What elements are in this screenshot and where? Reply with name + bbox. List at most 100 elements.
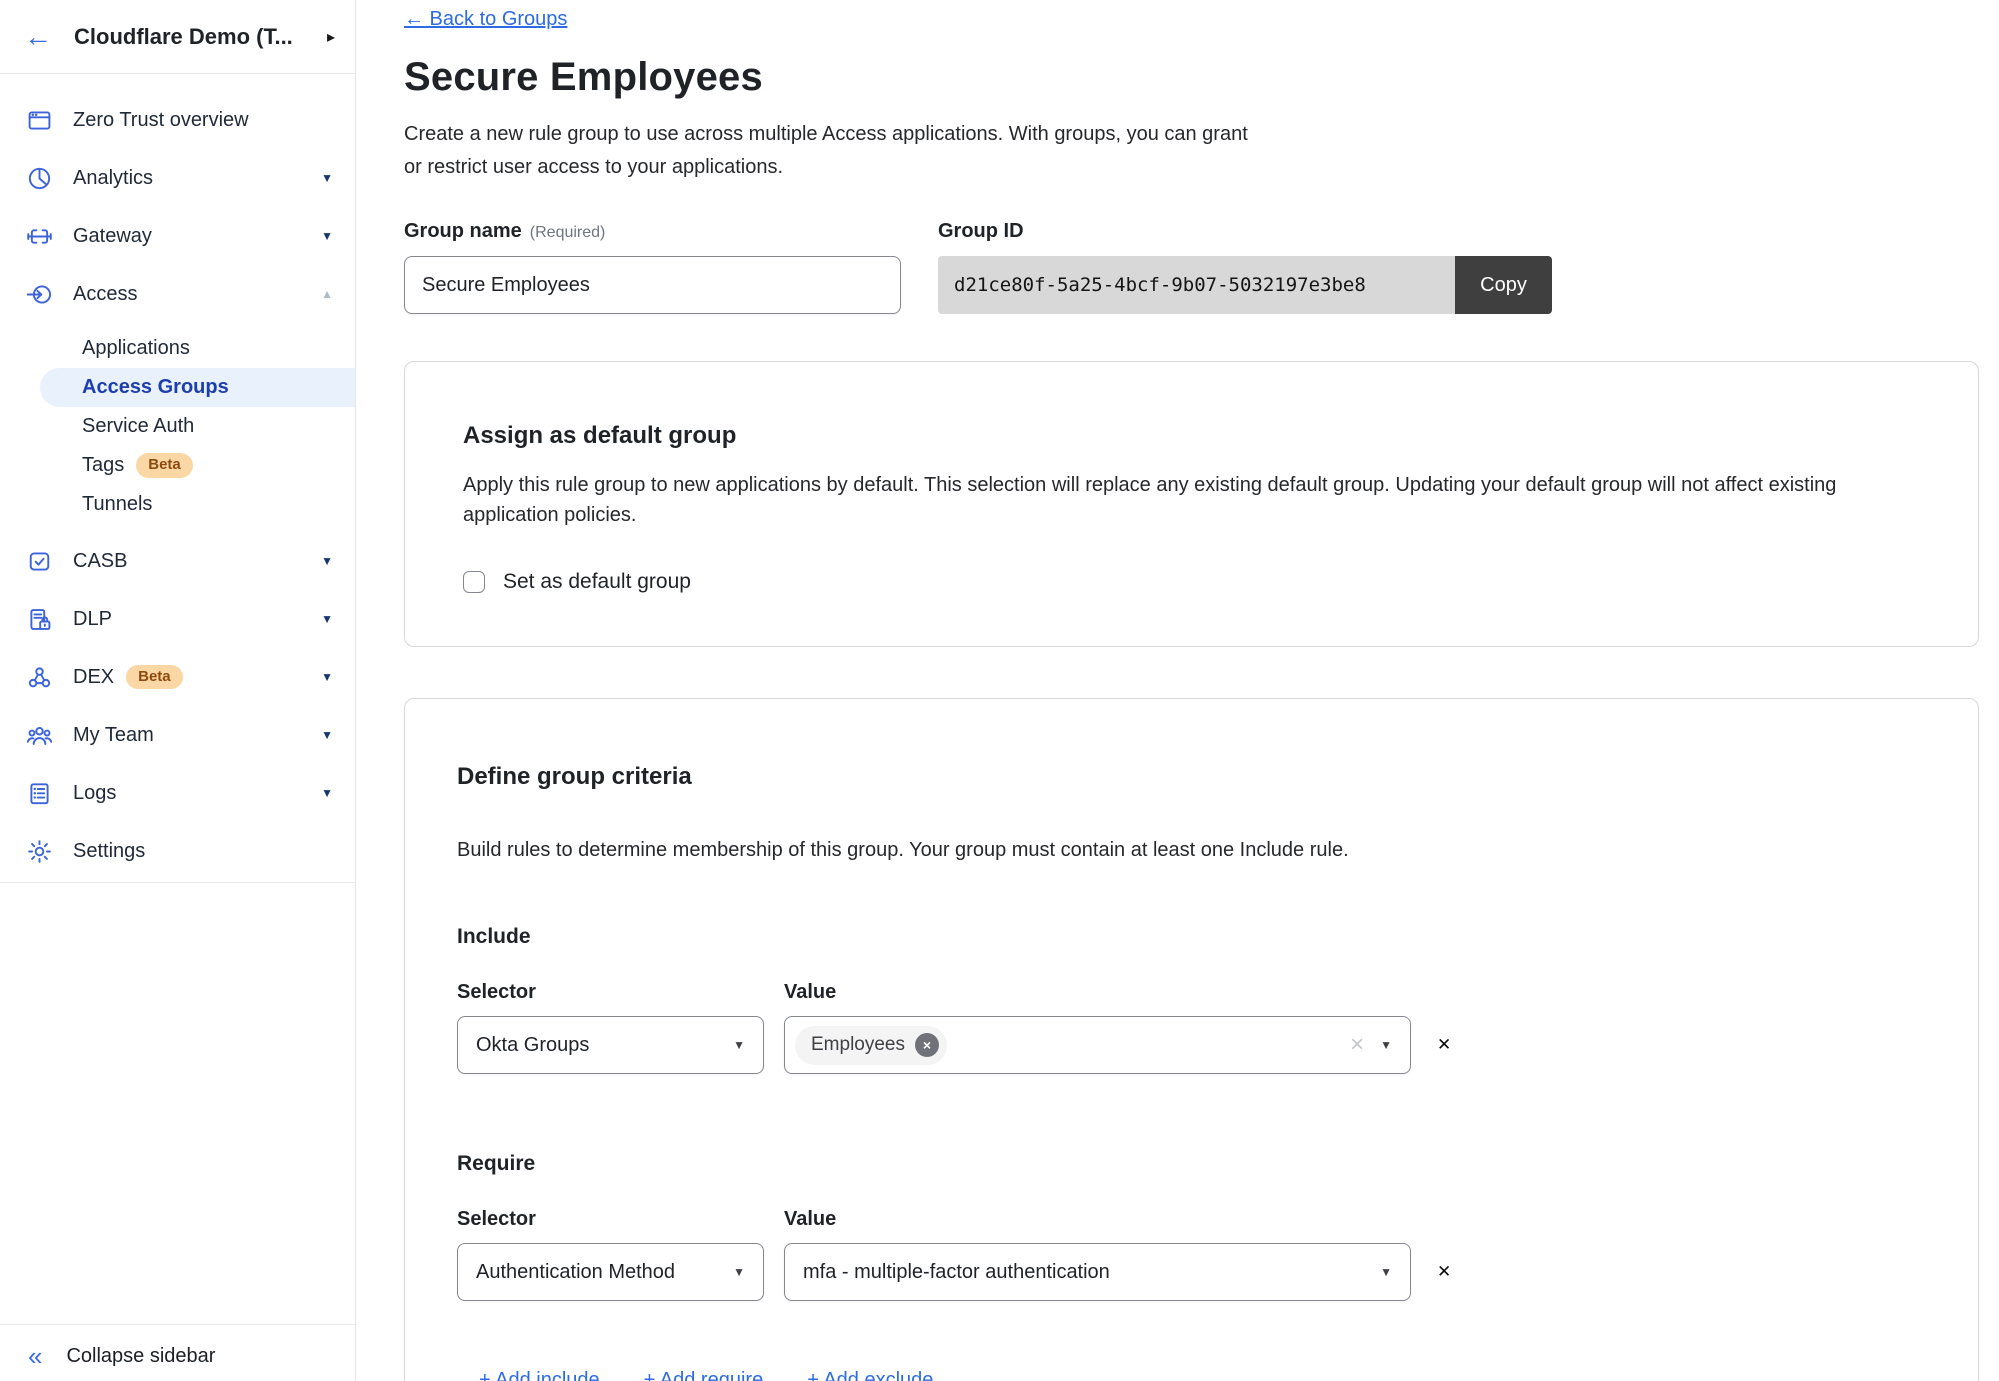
value-chip: Employees ×: [795, 1026, 947, 1065]
expand-caret-icon[interactable]: ▸: [327, 27, 335, 47]
collapse-sidebar-button[interactable]: « Collapse sidebar: [0, 1325, 355, 1381]
chevron-down-icon: ▼: [733, 1038, 745, 1052]
require-selector-dropdown[interactable]: Authentication Method ▼: [457, 1243, 764, 1301]
back-arrow-icon[interactable]: ←: [24, 23, 52, 51]
chip-remove-icon[interactable]: ×: [915, 1033, 939, 1057]
add-rule-links: + Add include + Add require + Add exclud…: [479, 1369, 1920, 1381]
default-group-description: Apply this rule group to new application…: [463, 470, 1893, 530]
copy-group-id-button[interactable]: Copy: [1455, 256, 1552, 314]
sidebar-item-dlp[interactable]: DLP ▼: [0, 590, 355, 648]
set-default-group-row[interactable]: Set as default group: [463, 570, 691, 594]
require-heading: Require: [457, 1152, 1920, 1176]
default-group-card: Assign as default group Apply this rule …: [404, 361, 1979, 647]
include-value-combobox[interactable]: Employees × × ▼: [784, 1016, 1411, 1074]
account-title: Cloudflare Demo (T...: [74, 24, 293, 50]
criteria-description: Build rules to determine membership of t…: [457, 835, 1887, 865]
add-include-link[interactable]: + Add include: [479, 1369, 600, 1381]
window-icon: [26, 107, 53, 134]
sidebar-item-label: Zero Trust overview: [73, 109, 249, 132]
beta-badge: Beta: [126, 665, 183, 690]
network-nodes-icon: [26, 664, 53, 691]
pie-chart-icon: [26, 165, 53, 192]
sidebar-item-logs[interactable]: Logs ▼: [0, 764, 355, 822]
group-name-field: Group name (Required): [404, 220, 901, 314]
chevron-down-icon[interactable]: ▼: [321, 786, 333, 800]
group-identity-row: Group name (Required) Group ID d21ce80f-5…: [404, 220, 1999, 314]
page-title: Secure Employees: [404, 55, 1999, 100]
include-heading: Include: [457, 925, 1920, 949]
sidebar-item-label: DEX: [73, 666, 114, 689]
chevron-down-icon: ▼: [1380, 1038, 1392, 1052]
required-hint: (Required): [530, 224, 606, 241]
value-chip-label: Employees: [811, 1034, 905, 1056]
chevron-up-icon[interactable]: ▲: [321, 287, 333, 301]
clear-values-icon[interactable]: ×: [1350, 1033, 1364, 1057]
include-selector-value: Okta Groups: [476, 1034, 589, 1057]
chevron-down-icon[interactable]: ▼: [321, 728, 333, 742]
sidebar-item-label: CASB: [73, 550, 127, 573]
sidebar-item-label: Applications: [82, 337, 190, 360]
sidebar: ← Cloudflare Demo (T... ▸ Zero Trust ove…: [0, 0, 356, 1381]
sidebar-item-service-auth[interactable]: Service Auth: [0, 407, 355, 446]
collapse-chevrons-icon: «: [28, 1343, 42, 1369]
sidebar-item-label: Analytics: [73, 167, 153, 190]
require-column-labels: Selector Value: [457, 1208, 1920, 1231]
remove-require-rule-icon[interactable]: ✕: [1437, 1262, 1451, 1282]
sidebar-item-tags[interactable]: Tags Beta: [0, 446, 355, 485]
collapse-sidebar-label: Collapse sidebar: [66, 1345, 215, 1368]
sidebar-divider: [0, 882, 355, 883]
include-rule-row: Okta Groups ▼ Employees × × ▼ ✕: [457, 1016, 1920, 1074]
sidebar-item-label: Tunnels: [82, 493, 152, 516]
sidebar-item-my-team[interactable]: My Team ▼: [0, 706, 355, 764]
sidebar-header: ← Cloudflare Demo (T... ▸: [0, 0, 355, 74]
sidebar-item-analytics[interactable]: Analytics ▼: [0, 149, 355, 207]
group-id-field: Group ID d21ce80f-5a25-4bcf-9b07-5032197…: [938, 220, 1552, 314]
sidebar-item-casb[interactable]: CASB ▼: [0, 532, 355, 590]
chevron-down-icon: ▼: [733, 1265, 745, 1279]
back-to-groups-link[interactable]: ← Back to Groups: [404, 8, 567, 31]
chevron-down-icon[interactable]: ▼: [321, 670, 333, 684]
include-value-label: Value: [784, 981, 836, 1004]
sidebar-item-label: Settings: [73, 840, 145, 863]
remove-include-rule-icon[interactable]: ✕: [1437, 1035, 1451, 1055]
include-column-labels: Selector Value: [457, 981, 1920, 1004]
set-default-group-checkbox[interactable]: [463, 571, 485, 593]
beta-badge: Beta: [136, 453, 193, 478]
chevron-down-icon[interactable]: ▼: [321, 171, 333, 185]
sidebar-item-applications[interactable]: Applications: [0, 329, 355, 368]
chevron-down-icon[interactable]: ▼: [321, 229, 333, 243]
require-selector-label: Selector: [457, 1208, 784, 1231]
sidebar-item-label: DLP: [73, 608, 112, 631]
logs-icon: [26, 780, 53, 807]
sidebar-item-settings[interactable]: Settings: [0, 822, 355, 880]
access-icon: [26, 281, 53, 308]
require-value: mfa - multiple-factor authentication: [803, 1261, 1110, 1284]
chevron-down-icon[interactable]: ▼: [321, 554, 333, 568]
criteria-heading: Define group criteria: [457, 763, 1920, 791]
sidebar-item-dex[interactable]: DEX Beta ▼: [0, 648, 355, 706]
sidebar-nav: Zero Trust overview Analytics ▼: [0, 91, 355, 883]
casb-icon: [26, 548, 53, 575]
sidebar-item-label: Service Auth: [82, 415, 194, 438]
default-group-heading: Assign as default group: [463, 422, 1920, 450]
sidebar-item-label: My Team: [73, 724, 154, 747]
chevron-down-icon[interactable]: ▼: [321, 612, 333, 626]
sidebar-item-label: Gateway: [73, 225, 152, 248]
require-rule-row: Authentication Method ▼ mfa - multiple-f…: [457, 1243, 1920, 1301]
team-icon: [26, 722, 53, 749]
group-name-input[interactable]: [404, 256, 901, 314]
document-lock-icon: [26, 606, 53, 633]
require-value-dropdown[interactable]: mfa - multiple-factor authentication ▼: [784, 1243, 1411, 1301]
add-exclude-link[interactable]: + Add exclude: [807, 1369, 933, 1381]
page-description-line1: Create a new rule group to use across mu…: [404, 118, 1999, 151]
add-require-link[interactable]: + Add require: [644, 1369, 764, 1381]
group-name-label: Group name: [404, 220, 522, 242]
sidebar-item-access[interactable]: Access ▲: [0, 265, 355, 323]
include-selector-dropdown[interactable]: Okta Groups ▼: [457, 1016, 764, 1074]
include-selector-label: Selector: [457, 981, 784, 1004]
sidebar-item-gateway[interactable]: Gateway ▼: [0, 207, 355, 265]
sidebar-item-tunnels[interactable]: Tunnels: [0, 485, 355, 524]
main-content: ← Back to Groups Secure Employees Create…: [357, 0, 1999, 1381]
sidebar-item-zero-trust-overview[interactable]: Zero Trust overview: [0, 91, 355, 149]
sidebar-item-access-groups[interactable]: Access Groups: [40, 368, 355, 407]
